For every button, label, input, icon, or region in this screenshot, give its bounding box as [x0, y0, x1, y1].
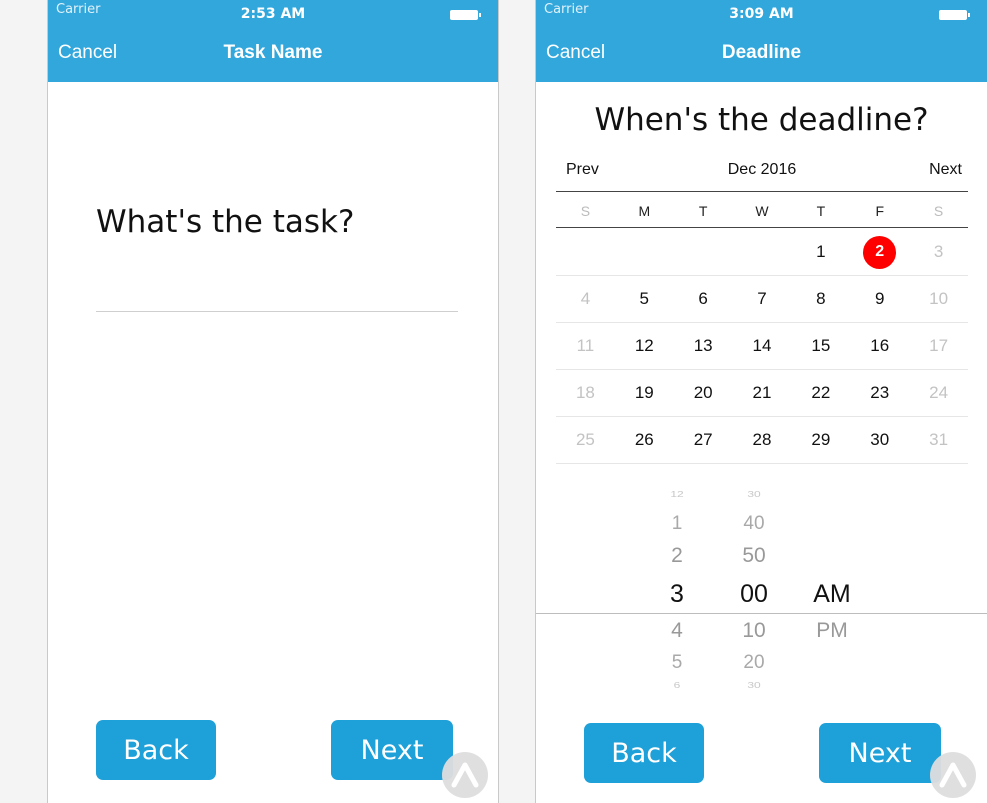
hour-option[interactable]: 6 — [647, 680, 707, 690]
calendar-week-row: 25 26 27 28 29 30 31 — [556, 417, 968, 464]
minute-option[interactable]: 30 — [724, 489, 784, 499]
hour-option[interactable]: 1 — [647, 513, 707, 535]
battery-icon — [939, 10, 970, 20]
calendar-day-selected[interactable]: 2 — [850, 229, 909, 275]
period-option[interactable]: PM — [802, 619, 862, 643]
calendar-week-row: 11 12 13 14 15 16 17 — [556, 323, 968, 370]
status-bar: Carrier 3:09 AM — [536, 0, 987, 28]
calendar-month-label: Dec 2016 — [727, 161, 797, 178]
task-name-screen: Carrier 2:53 AM Cancel Task Name What's … — [48, 0, 498, 803]
hour-option[interactable]: 4 — [647, 619, 707, 643]
calendar-day[interactable]: 12 — [615, 323, 674, 369]
calendar-empty-cell — [615, 229, 674, 275]
minute-option[interactable]: 20 — [724, 652, 784, 674]
chevron-up-icon — [939, 762, 967, 788]
minute-option[interactable]: 00 — [724, 580, 784, 609]
status-time: 2:53 AM — [240, 6, 306, 22]
weekday-label: T — [698, 203, 708, 219]
calendar-day[interactable]: 17 — [909, 323, 968, 369]
calendar-day[interactable]: 20 — [674, 370, 733, 416]
chevron-up-icon — [451, 762, 479, 788]
status-time: 3:09 AM — [729, 6, 794, 22]
deadline-screen: Carrier 3:09 AM Cancel Deadline When's t… — [536, 0, 987, 803]
calendar-day[interactable]: 7 — [733, 276, 792, 322]
calendar-empty-cell — [556, 229, 615, 275]
minute-option[interactable]: 40 — [724, 513, 784, 535]
calendar-day[interactable]: 1 — [791, 229, 850, 275]
deadline-question: When's the deadline? — [594, 102, 929, 138]
hour-option[interactable]: 5 — [647, 652, 707, 674]
calendar-week-row: 123 — [556, 229, 968, 276]
weekday-label: W — [755, 203, 769, 219]
calendar-day[interactable]: 13 — [674, 323, 733, 369]
calendar-day[interactable]: 23 — [850, 370, 909, 416]
calendar-weekday-row: S M T W T F S — [556, 194, 968, 228]
weekday-label: S — [933, 203, 944, 219]
nav-bar: Cancel Task Name — [48, 28, 498, 82]
hour-option[interactable]: 2 — [647, 544, 707, 568]
scroll-up-button[interactable] — [930, 752, 976, 798]
calendar-empty-cell — [733, 229, 792, 275]
calendar-day[interactable]: 31 — [909, 417, 968, 463]
calendar-day[interactable]: 15 — [791, 323, 850, 369]
weekday-label: M — [638, 203, 651, 219]
calendar-header: Prev Dec 2016 Next — [556, 150, 968, 192]
calendar-day[interactable]: 16 — [850, 323, 909, 369]
calendar-day[interactable]: 11 — [556, 323, 615, 369]
battery-icon — [450, 10, 481, 20]
time-picker[interactable]: 12 1 2 3 4 5 6 30 40 50 00 10 20 30 AM PM — [536, 470, 987, 702]
calendar-day[interactable]: 19 — [615, 370, 674, 416]
back-button[interactable]: Back — [584, 723, 704, 783]
back-button[interactable]: Back — [96, 720, 216, 780]
calendar-day[interactable]: 4 — [556, 276, 615, 322]
weekday-label: F — [875, 203, 884, 219]
hour-option[interactable]: 12 — [647, 489, 707, 499]
cancel-button[interactable]: Cancel — [546, 42, 605, 64]
calendar-week-row: 4 5 6 7 8 9 10 — [556, 276, 968, 323]
calendar-day[interactable]: 18 — [556, 370, 615, 416]
calendar-day[interactable]: 10 — [909, 276, 968, 322]
calendar-day[interactable]: 27 — [674, 417, 733, 463]
period-option[interactable]: AM — [802, 580, 862, 609]
calendar-day[interactable]: 24 — [909, 370, 968, 416]
calendar-day[interactable]: 25 — [556, 417, 615, 463]
scroll-up-button[interactable] — [442, 752, 488, 798]
calendar-day[interactable]: 6 — [674, 276, 733, 322]
hour-option[interactable]: 3 — [647, 580, 707, 609]
calendar-week-row: 18 19 20 21 22 23 24 — [556, 370, 968, 417]
task-question: What's the task? — [96, 204, 355, 240]
left-background-strip — [0, 0, 48, 803]
next-button[interactable]: Next — [331, 720, 453, 780]
calendar-grid: 1 2 3 4 5 6 7 8 9 10 11 12 13 14 15 16 17 18 19 20 21 22 23 24 2… — [556, 229, 968, 464]
calendar-day[interactable]: 8 — [791, 276, 850, 322]
status-bar: Carrier 2:53 AM — [48, 0, 498, 28]
calendar-day[interactable]: 28 — [733, 417, 792, 463]
picker-selection-line — [536, 613, 987, 614]
calendar-day[interactable]: 14 — [733, 323, 792, 369]
minute-option[interactable]: 50 — [724, 544, 784, 568]
nav-bar: Cancel Deadline — [536, 28, 987, 82]
minute-option[interactable]: 30 — [724, 680, 784, 690]
calendar-day[interactable]: 3 — [909, 229, 968, 275]
calendar-day[interactable]: 9 — [850, 276, 909, 322]
middle-background-strip — [498, 0, 536, 803]
calendar-day[interactable]: 5 — [615, 276, 674, 322]
calendar-next-button[interactable]: Next — [929, 161, 962, 179]
next-button[interactable]: Next — [819, 723, 941, 783]
calendar-empty-cell — [674, 229, 733, 275]
task-name-input[interactable] — [96, 260, 458, 312]
calendar-day[interactable]: 26 — [615, 417, 674, 463]
calendar-day[interactable]: 21 — [733, 370, 792, 416]
minute-option[interactable]: 10 — [724, 619, 784, 643]
cancel-button[interactable]: Cancel — [58, 42, 117, 64]
weekday-label: T — [816, 203, 826, 219]
weekday-label: S — [580, 203, 591, 219]
selected-day-marker: 2 — [863, 235, 897, 269]
calendar-day[interactable]: 30 — [850, 417, 909, 463]
calendar-day[interactable]: 22 — [791, 370, 850, 416]
calendar-day[interactable]: 29 — [791, 417, 850, 463]
